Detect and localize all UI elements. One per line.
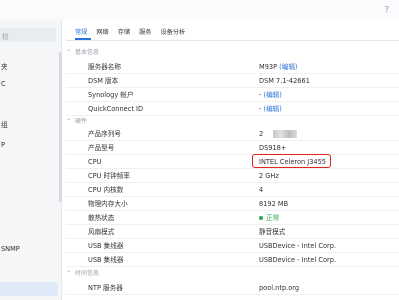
row-label: QuickConnect ID <box>88 105 144 113</box>
section-time-info[interactable]: ⌃ 时间信息 <box>66 268 399 279</box>
row-label: 服务器名称 <box>88 63 121 71</box>
serial-value: 2 <box>259 130 264 138</box>
tab-divider <box>66 40 399 41</box>
row-label: 产品序列号 <box>88 130 121 138</box>
help-icon[interactable]: ? <box>385 5 389 14</box>
sidebar-item-8[interactable] <box>0 263 58 277</box>
row-value: - (编辑) <box>259 88 282 102</box>
quickconnect-value: - <box>259 105 262 113</box>
status-ok-icon <box>259 216 263 220</box>
cpu-highlight-annotation <box>252 154 331 168</box>
edit-quickconnect-link[interactable]: (编辑) <box>264 105 282 113</box>
tab-device-analysis[interactable]: 设备分析 <box>161 28 186 40</box>
cpu-frequency-value: 2 GHz <box>259 172 279 180</box>
sidebar-item-4[interactable]: P <box>0 138 58 152</box>
memory-value: 8192 MB <box>259 200 289 208</box>
server-name-value: M93P <box>259 63 278 71</box>
section-hardware[interactable]: ⌃ 硬件 <box>66 116 399 127</box>
ntp-server-value: pool.ntp.org <box>259 284 300 292</box>
row-label: 散热状态 <box>88 214 115 222</box>
row-model: 产品型号 DS918+ <box>66 141 399 155</box>
row-label: CPU 时钟频率 <box>88 172 130 180</box>
dsm-version-value: DSM 7.1-42661 <box>259 77 310 85</box>
chevron-up-icon: ⌃ <box>66 49 72 56</box>
edit-synology-account-link[interactable]: (编辑) <box>264 91 282 99</box>
fan-mode-value: 静音模式 <box>259 228 286 236</box>
row-cpu-cores: CPU 内核数 4 <box>66 183 399 197</box>
row-memory: 物理内存大小 8192 MB <box>66 197 399 211</box>
sidebar-item-group[interactable]: 组 <box>0 118 58 132</box>
section-title: 基本信息 <box>75 49 100 56</box>
row-label: CPU 内核数 <box>88 186 124 194</box>
row-synology-account: Synology 帐户 - (编辑) <box>66 88 399 102</box>
tab-service[interactable]: 服务 <box>139 28 151 40</box>
row-label: USB 集线器 <box>88 256 124 264</box>
synology-account-value: - <box>259 91 262 99</box>
row-label: DSM 版本 <box>88 77 119 85</box>
section-basic-info[interactable]: ⌃ 基本信息 <box>66 47 399 58</box>
row-usb-hub-1: USB 集线器 USBDevice - Intel Corp. <box>66 239 399 253</box>
row-quickconnect-id: QuickConnect ID - (编辑) <box>66 102 399 116</box>
sidebar-item-2[interactable]: C <box>0 77 58 91</box>
row-cpu-frequency: CPU 时钟频率 2 GHz <box>66 169 399 183</box>
cpu-cores-value: 4 <box>259 186 264 194</box>
row-label: USB 集线器 <box>88 242 124 250</box>
row-label: NTP 服务器 <box>88 284 123 292</box>
window-title-bar: ? <box>0 0 399 20</box>
row-usb-hub-2: USB 集线器 USBDevice - Intel Corp. <box>66 253 399 267</box>
tab-network[interactable]: 网络 <box>96 28 108 40</box>
cooling-status-value: 正常 <box>266 214 280 222</box>
sidebar-item-5[interactable] <box>0 156 58 170</box>
sidebar-item-info-center[interactable] <box>0 282 58 296</box>
sidebar-item-6[interactable] <box>0 198 58 212</box>
tab-storage[interactable]: 存储 <box>118 28 130 40</box>
chevron-up-icon: ⌃ <box>66 118 72 125</box>
row-value: M93P (编辑) <box>259 60 298 74</box>
row-value: - (编辑) <box>259 102 282 116</box>
row-label: CPU <box>88 158 102 166</box>
row-fan-mode: 风扇模式 静音模式 <box>66 225 399 239</box>
row-serial-number: 产品序列号 2 <box>66 127 399 141</box>
chevron-up-icon: ⌃ <box>66 270 72 277</box>
sidebar-item-shared-folder[interactable]: 夹 <box>0 60 58 74</box>
row-value: 2 <box>259 127 298 141</box>
row-ntp-server: NTP 服务器 pool.ntp.org <box>66 281 399 295</box>
row-label: 物理内存大小 <box>88 200 128 208</box>
redacted-serial <box>273 130 298 138</box>
edit-server-name-link[interactable]: (编辑) <box>279 63 297 71</box>
row-label: 风扇模式 <box>88 228 115 236</box>
usb-hub-2-value: USBDevice - Intel Corp. <box>259 256 336 264</box>
sidebar-item-snmp[interactable]: SNMP <box>0 242 58 256</box>
row-label: Synology 帐户 <box>88 91 134 99</box>
model-value: DS918+ <box>259 144 287 152</box>
row-server-name: 服务器名称 M93P (编辑) <box>66 60 399 74</box>
section-title: 时间信息 <box>75 270 100 277</box>
row-cooling-status: 散热状态 正常 <box>66 211 399 225</box>
sidebar-scrollbar[interactable] <box>59 52 62 202</box>
section-title: 硬件 <box>75 118 88 125</box>
usb-hub-1-value: USBDevice - Intel Corp. <box>259 242 336 250</box>
row-label: 产品型号 <box>88 144 115 152</box>
tab-bar: 常规 网络 存储 服务 设备分析 <box>75 28 194 40</box>
row-cpu: CPU INTEL Celeron J3455 <box>66 155 399 169</box>
sidebar-search-input[interactable]: 较 <box>0 28 56 42</box>
sidebar-search-text: 较 <box>2 33 9 41</box>
row-dsm-version: DSM 版本 DSM 7.1-42661 <box>66 74 399 88</box>
row-value: 正常 <box>259 211 279 225</box>
sidebar: 较 夹 C 组 P SNMP <box>0 20 62 300</box>
